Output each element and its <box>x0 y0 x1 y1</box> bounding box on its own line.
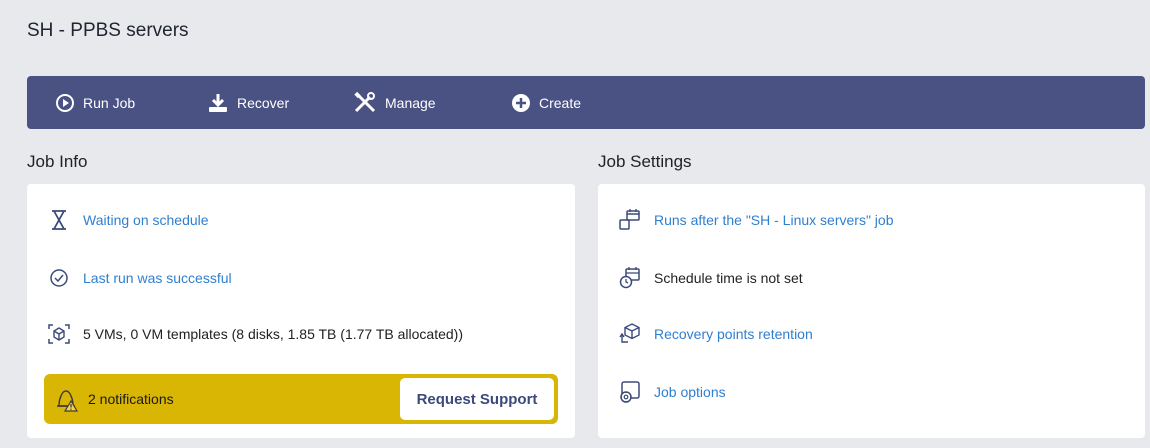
notifications-text[interactable]: 2 notifications <box>88 391 174 407</box>
recover-label: Recover <box>237 94 290 111</box>
calendar-clock-icon <box>618 266 642 290</box>
toolbar: Run Job Recover Manage Create <box>27 76 1145 129</box>
last-run-row: Last run was successful <box>47 266 232 290</box>
job-info-title: Job Info <box>27 152 88 171</box>
job-settings-card: Runs after the "SH - Linux servers" job … <box>598 184 1145 438</box>
tools-icon <box>354 91 376 112</box>
summary-text: 5 VMs, 0 VM templates (8 disks, 1.85 TB … <box>83 326 463 342</box>
run-job-button[interactable]: Run Job <box>55 76 135 129</box>
job-info-card: Waiting on schedule Last run was success… <box>27 184 575 438</box>
run-job-label: Run Job <box>83 94 136 111</box>
create-label: Create <box>539 94 582 111</box>
schedule-text: Schedule time is not set <box>654 270 803 286</box>
bell-warning-icon <box>54 387 79 412</box>
gear-window-icon <box>618 380 642 404</box>
options-row: Job options <box>618 380 726 404</box>
retention-link[interactable]: Recovery points retention <box>654 326 813 342</box>
play-circle-icon <box>56 93 74 112</box>
notification-bar: 2 notifications Request Support <box>44 374 558 424</box>
options-link[interactable]: Job options <box>654 384 726 400</box>
recover-button[interactable]: Recover <box>207 76 289 129</box>
download-icon <box>209 93 227 112</box>
status-row: Waiting on schedule <box>47 208 209 232</box>
status-link[interactable]: Waiting on schedule <box>83 212 209 228</box>
cube-restore-icon <box>618 322 642 346</box>
create-button[interactable]: Create <box>511 76 581 129</box>
vm-cube-icon <box>47 322 71 346</box>
manage-label: Manage <box>385 94 436 111</box>
plus-circle-icon <box>512 93 530 112</box>
last-run-link[interactable]: Last run was successful <box>83 270 232 286</box>
hourglass-icon <box>47 208 71 232</box>
chained-windows-icon <box>618 208 642 232</box>
request-support-button[interactable]: Request Support <box>400 378 554 420</box>
runs-after-link[interactable]: Runs after the "SH - Linux servers" job <box>654 212 893 228</box>
page-title: SH - PPBS servers <box>27 20 189 41</box>
summary-row: 5 VMs, 0 VM templates (8 disks, 1.85 TB … <box>47 322 463 346</box>
job-settings-title: Job Settings <box>598 152 692 171</box>
runs-after-row: Runs after the "SH - Linux servers" job <box>618 208 893 232</box>
check-circle-icon <box>47 266 71 290</box>
manage-button[interactable]: Manage <box>353 76 436 129</box>
retention-row: Recovery points retention <box>618 322 813 346</box>
schedule-row: Schedule time is not set <box>618 266 803 290</box>
